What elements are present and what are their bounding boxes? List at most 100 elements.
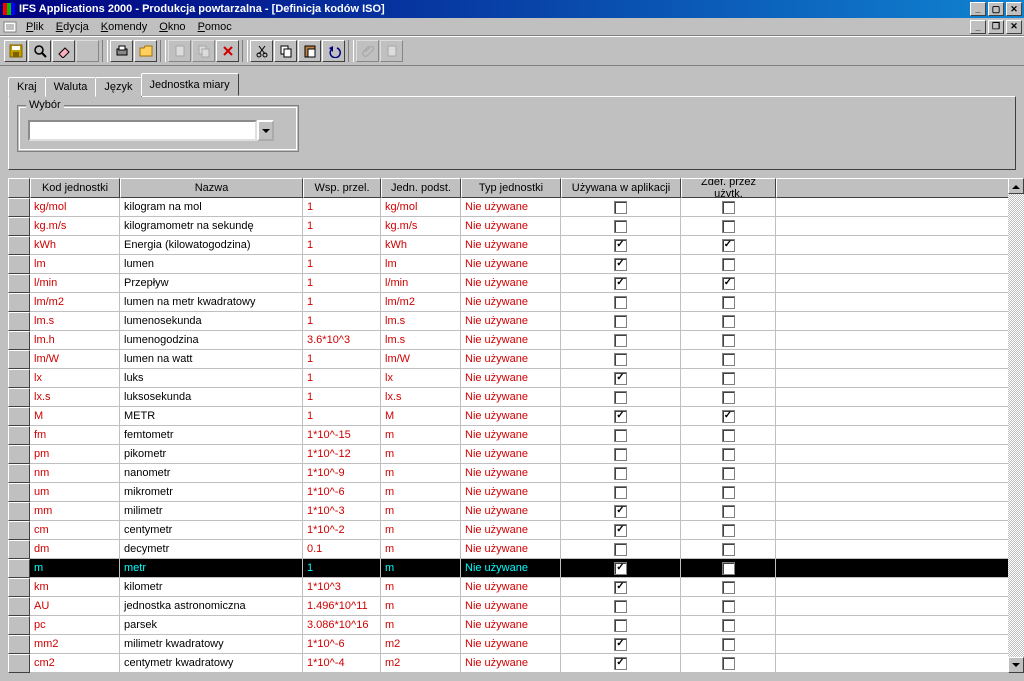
cell-factor[interactable]: 1 <box>303 559 381 578</box>
cell-type[interactable]: Nie używane <box>461 312 561 331</box>
cell-factor[interactable]: 1*10^-9 <box>303 464 381 483</box>
cell-used[interactable] <box>561 350 681 369</box>
cell-code[interactable]: fm <box>30 426 120 445</box>
cell-used[interactable] <box>561 559 681 578</box>
cell-defined[interactable] <box>681 426 776 445</box>
defined-checkbox[interactable] <box>722 334 735 347</box>
cell-defined[interactable] <box>681 274 776 293</box>
cell-used[interactable] <box>561 255 681 274</box>
cell-used[interactable] <box>561 540 681 559</box>
scroll-track[interactable] <box>1008 194 1024 657</box>
cell-base[interactable]: m2 <box>381 654 461 673</box>
used-checkbox[interactable] <box>614 638 627 651</box>
cell-type[interactable]: Nie używane <box>461 578 561 597</box>
cell-factor[interactable]: 1*10^-2 <box>303 521 381 540</box>
row-header[interactable] <box>8 502 30 521</box>
mdi-restore-button[interactable]: ❐ <box>988 20 1004 34</box>
cell-type[interactable]: Nie używane <box>461 350 561 369</box>
cell-defined[interactable] <box>681 217 776 236</box>
cell-factor[interactable]: 1.496*10^11 <box>303 597 381 616</box>
cell-code[interactable]: nm <box>30 464 120 483</box>
cell-name[interactable]: parsek <box>120 616 303 635</box>
cell-code[interactable]: um <box>30 483 120 502</box>
cell-type[interactable]: Nie używane <box>461 502 561 521</box>
cell-name[interactable]: luksosekunda <box>120 388 303 407</box>
cell-code[interactable]: lx <box>30 369 120 388</box>
menu-pomoc[interactable]: Pomoc <box>192 20 238 34</box>
cell-type[interactable]: Nie używane <box>461 654 561 673</box>
cell-factor[interactable]: 1 <box>303 274 381 293</box>
vertical-scrollbar[interactable] <box>1008 178 1024 673</box>
cell-base[interactable]: m <box>381 521 461 540</box>
defined-checkbox[interactable] <box>722 486 735 499</box>
table-row[interactable]: pcparsek3.086*10^16mNie używane <box>8 616 1016 635</box>
row-header[interactable] <box>8 331 30 350</box>
menu-plik[interactable]: Plik <box>20 20 50 34</box>
cell-type[interactable]: Nie używane <box>461 255 561 274</box>
cell-code[interactable]: cm2 <box>30 654 120 673</box>
table-row[interactable]: ummikrometr1*10^-6mNie używane <box>8 483 1016 502</box>
row-header[interactable] <box>8 369 30 388</box>
maximize-button[interactable]: ▢ <box>988 2 1004 16</box>
defined-checkbox[interactable] <box>722 239 735 252</box>
col-typ-jednostki[interactable]: Typ jednostki <box>461 178 561 198</box>
table-row[interactable]: lxluks1lxNie używane <box>8 369 1016 388</box>
cell-defined[interactable] <box>681 293 776 312</box>
cell-base[interactable]: kWh <box>381 236 461 255</box>
cell-base[interactable]: m <box>381 559 461 578</box>
cell-factor[interactable]: 1 <box>303 350 381 369</box>
table-row[interactable]: kg.m/skilogramometr na sekundę1kg.m/sNie… <box>8 217 1016 236</box>
cell-defined[interactable] <box>681 236 776 255</box>
used-checkbox[interactable] <box>614 619 627 632</box>
cell-factor[interactable]: 1*10^-4 <box>303 654 381 673</box>
defined-checkbox[interactable] <box>722 638 735 651</box>
cell-defined[interactable] <box>681 331 776 350</box>
used-checkbox[interactable] <box>614 429 627 442</box>
cell-code[interactable]: pc <box>30 616 120 635</box>
cell-factor[interactable]: 1 <box>303 198 381 217</box>
used-checkbox[interactable] <box>614 315 627 328</box>
cell-code[interactable]: kg/mol <box>30 198 120 217</box>
defined-checkbox[interactable] <box>722 543 735 556</box>
cell-factor[interactable]: 3.6*10^3 <box>303 331 381 350</box>
cell-factor[interactable]: 3.086*10^16 <box>303 616 381 635</box>
cell-name[interactable]: lumenogodzina <box>120 331 303 350</box>
used-checkbox[interactable] <box>614 543 627 556</box>
cell-name[interactable]: luks <box>120 369 303 388</box>
defined-checkbox[interactable] <box>722 220 735 233</box>
cell-factor[interactable]: 1*10^-3 <box>303 502 381 521</box>
cell-defined[interactable] <box>681 350 776 369</box>
tool-delete-icon[interactable] <box>216 40 239 62</box>
table-row[interactable]: l/minPrzepływ1l/minNie używane <box>8 274 1016 293</box>
cell-name[interactable]: kilogram na mol <box>120 198 303 217</box>
cell-base[interactable]: lm.s <box>381 331 461 350</box>
cell-type[interactable]: Nie używane <box>461 483 561 502</box>
col-nazwa[interactable]: Nazwa <box>120 178 303 198</box>
cell-type[interactable]: Nie używane <box>461 521 561 540</box>
menu-edycja[interactable]: Edycja <box>50 20 95 34</box>
cell-base[interactable]: m <box>381 426 461 445</box>
row-header[interactable] <box>8 540 30 559</box>
cell-name[interactable]: centymetr <box>120 521 303 540</box>
cell-defined[interactable] <box>681 369 776 388</box>
cell-defined[interactable] <box>681 464 776 483</box>
cell-name[interactable]: METR <box>120 407 303 426</box>
cell-used[interactable] <box>561 445 681 464</box>
cell-base[interactable]: lx <box>381 369 461 388</box>
cell-code[interactable]: M <box>30 407 120 426</box>
cell-code[interactable]: dm <box>30 540 120 559</box>
defined-checkbox[interactable] <box>722 372 735 385</box>
cell-base[interactable]: m2 <box>381 635 461 654</box>
table-row[interactable]: kg/molkilogram na mol1kg/molNie używane <box>8 198 1016 217</box>
defined-checkbox[interactable] <box>722 524 735 537</box>
row-header[interactable] <box>8 255 30 274</box>
table-row[interactable]: mm2milimetr kwadratowy1*10^-6m2Nie używa… <box>8 635 1016 654</box>
defined-checkbox[interactable] <box>722 201 735 214</box>
cell-code[interactable]: mm <box>30 502 120 521</box>
menu-komendy[interactable]: Komendy <box>95 20 153 34</box>
cell-defined[interactable] <box>681 616 776 635</box>
cell-defined[interactable] <box>681 578 776 597</box>
row-header[interactable] <box>8 559 30 578</box>
cell-base[interactable]: m <box>381 578 461 597</box>
cell-code[interactable]: cm <box>30 521 120 540</box>
